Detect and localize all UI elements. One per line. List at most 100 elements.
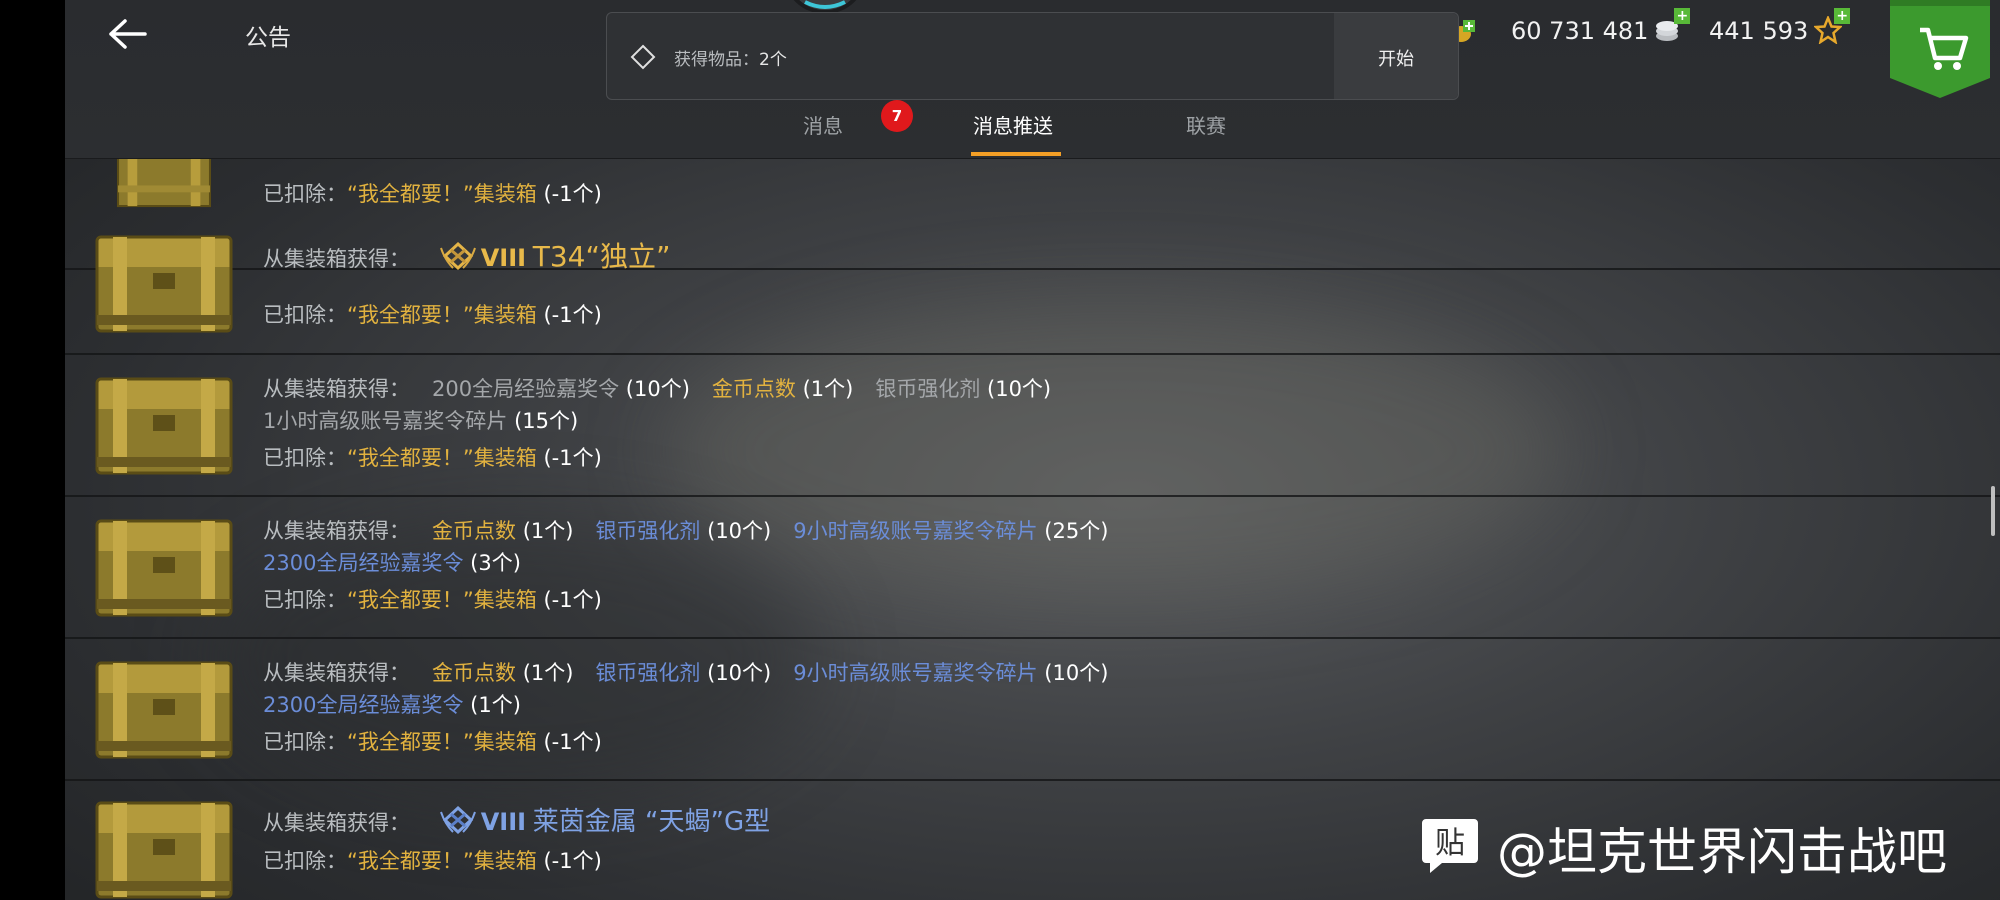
deducted-label: 已扣除： bbox=[263, 588, 347, 612]
free-xp-balance[interactable]: 441 593 + bbox=[1709, 8, 1851, 45]
tab-league[interactable]: 联赛 bbox=[1186, 110, 1226, 139]
deducted-label: 已扣除： bbox=[263, 730, 347, 754]
reward-item: 银币强化剂 bbox=[595, 661, 701, 685]
silver-balance[interactable]: 60 731 481 + bbox=[1511, 8, 1691, 45]
from-crate-label: 从集装箱获得： bbox=[263, 519, 410, 543]
reward-line: 从集装箱获得： 200全局经验嘉奖令 (10个) 金币点数 (1个) 银币强化剂 (1… bbox=[263, 373, 1051, 403]
reward-qty: (10个) bbox=[707, 519, 772, 543]
popup-count: 2个 bbox=[759, 50, 787, 70]
reward-item: 金币点数 bbox=[711, 377, 796, 401]
deducted-label: 已扣除： bbox=[263, 303, 347, 327]
deducted-label: 已扣除： bbox=[263, 849, 347, 873]
notification-list[interactable]: 已扣除：“我全都要！”集装箱 (-1个) 从集装箱获得： VIII T34“独立… bbox=[65, 158, 2000, 900]
back-arrow-icon[interactable] bbox=[105, 14, 155, 54]
popup-message: 获得物品：2个 bbox=[674, 45, 787, 70]
silver-amount: 60 731 481 bbox=[1511, 17, 1649, 45]
list-item: 从集装箱获得： 金币点数 (1个) 银币强化剂 (10个) 9小时高级账号嘉奖令碎片 … bbox=[65, 639, 2000, 781]
reward-qty: (1个) bbox=[522, 661, 574, 685]
tank-name: 莱茵金属 “天蝎”G型 bbox=[532, 807, 771, 837]
tieba-logo-icon: 贴 bbox=[1422, 819, 1478, 873]
shop-button[interactable] bbox=[1890, 0, 1990, 98]
from-crate-label: 从集装箱获得： bbox=[263, 661, 410, 685]
reward-item: 金币点数 bbox=[432, 661, 516, 685]
watermark: @坦克世界闪击战吧 bbox=[1497, 823, 1947, 881]
crate-icon bbox=[95, 235, 233, 333]
reward-item: 9小时高级账号嘉奖令碎片 bbox=[793, 519, 1038, 543]
reward-qty: (10个) bbox=[625, 377, 690, 401]
reward-qty: (1个) bbox=[522, 519, 574, 543]
reward-qty: (15个) bbox=[514, 409, 579, 433]
deducted-label: 已扣除： bbox=[263, 446, 347, 470]
list-item: 从集装箱获得： 200全局经验嘉奖令 (10个) 金币点数 (1个) 银币强化剂 (1… bbox=[65, 355, 2000, 497]
reward-line: 从集装箱获得： 金币点数 (1个) 银币强化剂 (10个) 9小时高级账号嘉奖令碎片 … bbox=[263, 515, 1108, 545]
deducted-line: 已扣除：“我全都要！”集装箱 (-1个) bbox=[263, 845, 602, 875]
tab-push-messages[interactable]: 消息推送 bbox=[973, 110, 1053, 139]
deducted-item: “我全都要！”集装箱 bbox=[347, 588, 537, 612]
reward-line: 2300全局经验嘉奖令 (3个) bbox=[263, 547, 521, 577]
deducted-item: “我全都要！”集装箱 bbox=[347, 446, 537, 470]
deducted-item: “我全都要！”集装箱 bbox=[347, 303, 537, 327]
popup-label: 获得物品： bbox=[674, 50, 759, 70]
tank-class-icon bbox=[439, 805, 476, 835]
reward-item: 银币强化剂 bbox=[875, 377, 981, 401]
tank-tier: VIII bbox=[480, 808, 527, 836]
reward-line: 从集装箱获得： VIII 莱茵金属 “天蝎”G型 bbox=[263, 801, 770, 838]
crate-icon bbox=[95, 661, 233, 759]
crate-icon bbox=[95, 519, 233, 617]
add-silver-icon[interactable]: + bbox=[1674, 8, 1691, 24]
deducted-qty: (-1个) bbox=[543, 182, 602, 206]
reward-item: 1小时高级账号嘉奖令碎片 bbox=[263, 409, 508, 433]
from-crate-label: 从集装箱获得： bbox=[263, 247, 410, 271]
tab-messages[interactable]: 消息 bbox=[803, 110, 843, 139]
reward-item: 金币点数 bbox=[432, 519, 516, 543]
tank-name: T34“独立” bbox=[532, 240, 671, 273]
reward-item: 200全局经验嘉奖令 bbox=[432, 377, 620, 401]
unread-badge: 7 bbox=[881, 100, 913, 132]
deducted-line: 已扣除：“我全都要！”集装箱 (-1个) bbox=[263, 584, 602, 614]
deducted-line: 已扣除：“我全都要！”集装箱 (-1个) bbox=[263, 726, 602, 756]
silver-coin-icon: + bbox=[1654, 8, 1691, 44]
reward-item: 银币强化剂 bbox=[595, 519, 701, 543]
free-xp-amount: 441 593 bbox=[1709, 17, 1809, 45]
diamond-arrows-icon bbox=[630, 44, 656, 70]
list-item: 从集装箱获得： 金币点数 (1个) 银币强化剂 (10个) 9小时高级账号嘉奖令碎片 … bbox=[65, 497, 2000, 639]
reward-qty: (3个) bbox=[470, 551, 521, 575]
from-crate-label: 从集装箱获得： bbox=[263, 377, 410, 401]
reward-qty: (10个) bbox=[987, 377, 1052, 401]
reward-qty: (1个) bbox=[470, 693, 521, 717]
deducted-line: 已扣除：“我全都要！”集装箱 (-1个) bbox=[263, 442, 602, 472]
start-button[interactable]: 开始 bbox=[1378, 45, 1414, 71]
deducted-qty: (-1个) bbox=[543, 446, 602, 470]
reward-item: 9小时高级账号嘉奖令碎片 bbox=[793, 661, 1038, 685]
crate-icon bbox=[95, 801, 233, 899]
crate-icon bbox=[95, 377, 233, 475]
scrollbar[interactable] bbox=[1991, 486, 1995, 536]
reward-item: 2300全局经验嘉奖令 bbox=[263, 693, 464, 717]
list-item: 从集装箱获得： VIII T34“独立” 已扣除：“我全都要！”集装箱 (-1个… bbox=[65, 213, 2000, 355]
deducted-label: 已扣除： bbox=[263, 182, 347, 206]
reward-line: 1小时高级账号嘉奖令碎片 (15个) bbox=[263, 405, 578, 435]
deducted-item: “我全都要！”集装箱 bbox=[347, 182, 537, 206]
reward-qty: (1个) bbox=[802, 377, 854, 401]
reward-line: 2300全局经验嘉奖令 (1个) bbox=[263, 689, 521, 719]
svg-text:贴: 贴 bbox=[1435, 826, 1465, 861]
reward-qty: (10个) bbox=[707, 661, 772, 685]
game-screen: 已扣除：“我全都要！”集装箱 (-1个) 从集装箱获得： VIII T34“独立… bbox=[65, 0, 2000, 900]
deducted-line: 已扣除：“我全都要！”集装箱 (-1个) bbox=[263, 178, 602, 208]
tank-tier: VIII bbox=[480, 244, 527, 272]
active-tab-indicator bbox=[971, 152, 1061, 156]
reward-item: 2300全局经验嘉奖令 bbox=[263, 551, 464, 575]
reward-line: 从集装箱获得： VIII T34“独立” bbox=[263, 235, 671, 275]
deducted-qty: (-1个) bbox=[543, 849, 602, 873]
reward-line: 从集装箱获得： 金币点数 (1个) 银币强化剂 (10个) 9小时高级账号嘉奖令碎片 … bbox=[263, 657, 1108, 687]
tank-class-icon bbox=[439, 241, 476, 271]
page-title: 公告 bbox=[245, 25, 291, 51]
from-crate-label: 从集装箱获得： bbox=[263, 811, 410, 835]
add-xp-icon[interactable]: + bbox=[1834, 8, 1851, 24]
item-notification[interactable]: 获得物品：2个 开始 bbox=[606, 12, 1459, 100]
deducted-qty: (-1个) bbox=[543, 588, 602, 612]
deducted-qty: (-1个) bbox=[543, 303, 602, 327]
deducted-item: “我全都要！”集装箱 bbox=[347, 849, 537, 873]
star-icon: + bbox=[1813, 8, 1851, 45]
reward-qty: (25个) bbox=[1044, 519, 1109, 543]
